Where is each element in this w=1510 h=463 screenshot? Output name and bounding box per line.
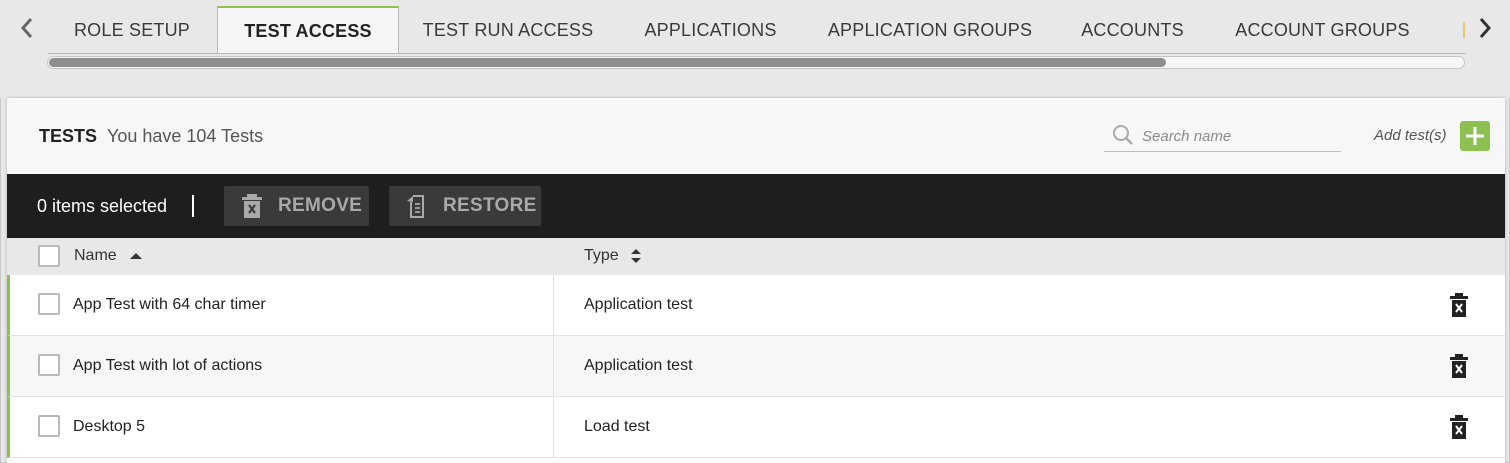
tab-test-run-access[interactable]: TEST RUN ACCESS [400, 6, 616, 53]
tab-applications[interactable]: APPLICATIONS [616, 6, 805, 53]
column-header-name[interactable]: Name [74, 247, 117, 265]
search-input[interactable] [1142, 124, 1337, 148]
test-count-text: You have 104 Tests [107, 126, 264, 146]
column-header-type[interactable]: Type [584, 247, 619, 265]
tests-panel: TESTS You have 104 Tests Add test(s) 0 i… [7, 98, 1505, 463]
row-type: Application test [584, 296, 693, 313]
remove-label: REMOVE [278, 195, 363, 216]
table-row[interactable]: App Test with 64 char timer Application … [7, 275, 1505, 336]
column-divider [553, 397, 554, 458]
scrollbar-thumb[interactable] [49, 58, 1166, 67]
table-row[interactable]: App Test with lot of actions Application… [7, 336, 1505, 397]
column-divider [553, 275, 554, 336]
add-tests-button[interactable] [1460, 121, 1490, 151]
tab-scrollbar[interactable] [47, 56, 1465, 69]
tab-row: ROLE SETUP TEST ACCESS TEST RUN ACCESS A… [48, 6, 1466, 54]
trash-x-icon[interactable] [1450, 293, 1468, 317]
sort-icon[interactable] [630, 248, 642, 264]
restore-icon [407, 195, 424, 218]
tab-overflow-edge [1463, 22, 1465, 38]
table-row[interactable]: Desktop 5 Load test [7, 397, 1505, 458]
trash-x-icon [242, 194, 262, 218]
row-checkbox[interactable] [38, 293, 60, 315]
row-type: Load test [584, 418, 650, 435]
search-box [1104, 120, 1341, 152]
divider [192, 195, 194, 217]
selected-count: 0 items selected [37, 196, 168, 216]
column-divider [553, 336, 554, 397]
row-name: Desktop 5 [73, 418, 146, 435]
row-type: Application test [584, 357, 693, 374]
tab-application-groups[interactable]: APPLICATION GROUPS [805, 6, 1055, 53]
tab-role-setup[interactable]: ROLE SETUP [48, 6, 216, 53]
panel-header: TESTS You have 104 Tests Add test(s) [7, 98, 1505, 174]
restore-label: RESTORE [443, 195, 537, 216]
table-header: Name Type [7, 238, 1505, 275]
chevron-right-icon[interactable] [1472, 12, 1498, 44]
tab-accounts[interactable]: ACCOUNTS [1055, 6, 1210, 53]
row-checkbox[interactable] [38, 415, 60, 437]
select-all-checkbox[interactable] [38, 245, 60, 267]
row-name: App Test with lot of actions [73, 357, 263, 374]
tab-account-groups[interactable]: ACCOUNT GROUPS [1210, 6, 1435, 53]
add-tests-label: Add test(s) [1374, 127, 1447, 144]
trash-x-icon[interactable] [1450, 415, 1468, 439]
row-name: App Test with 64 char timer [73, 296, 266, 313]
restore-button[interactable]: RESTORE [389, 186, 541, 226]
remove-button[interactable]: REMOVE [224, 186, 369, 226]
trash-x-icon[interactable] [1450, 354, 1468, 378]
chevron-left-icon[interactable] [14, 12, 40, 44]
selection-action-bar: 0 items selected REMOVE RESTORE [7, 174, 1505, 238]
row-checkbox[interactable] [38, 354, 60, 376]
plus-icon [1466, 127, 1484, 145]
tab-test-access[interactable]: TEST ACCESS [217, 6, 399, 53]
search-icon [1113, 125, 1133, 145]
tab-strip: ROLE SETUP TEST ACCESS TEST RUN ACCESS A… [0, 0, 1510, 98]
sort-ascending-icon[interactable] [129, 252, 143, 260]
panel-title: TESTS [39, 126, 98, 146]
